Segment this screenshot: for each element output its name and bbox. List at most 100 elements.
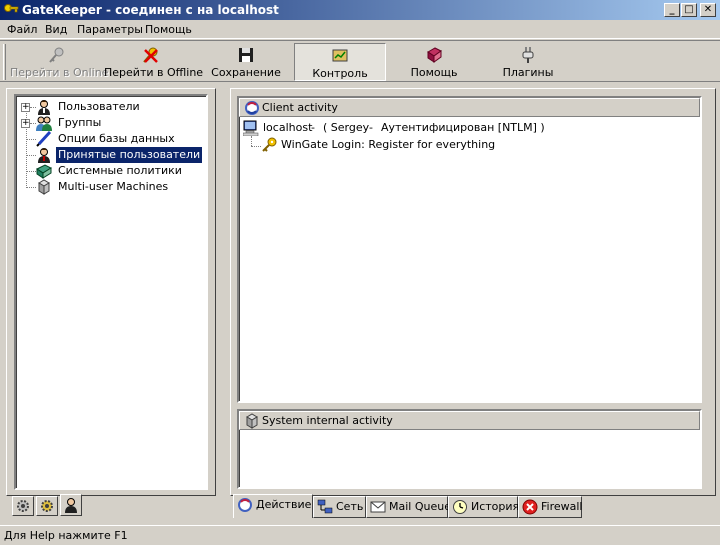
navigation-tree[interactable]: + Пользователи + Группы Опции базы данны…: [14, 94, 208, 490]
envelope-icon: [370, 501, 386, 513]
help-label: Помощь: [410, 66, 458, 79]
tree-connector: [26, 187, 36, 188]
client-status: Аутентифицирован [NTLM] ): [381, 121, 545, 134]
client-host: localhost: [263, 121, 313, 134]
tab-users-view[interactable]: [12, 496, 34, 516]
network-icon: [317, 499, 333, 514]
maximize-button[interactable]: □: [681, 3, 697, 17]
go-offline-button[interactable]: Перейти в Offline: [104, 43, 204, 81]
users-icon: [38, 100, 50, 115]
tree-connector: [251, 146, 261, 147]
tree-item-groups[interactable]: + Группы: [16, 115, 206, 131]
gear-icon: [41, 500, 53, 512]
menu-options[interactable]: Параметры: [76, 22, 144, 37]
tab-activity[interactable]: Действие: [233, 494, 313, 518]
stop-icon: [522, 499, 538, 515]
computer-icon: [243, 120, 259, 136]
control-label: Контроль: [312, 67, 368, 80]
floppy-disk-icon: [239, 48, 253, 62]
system-policies-icon: [36, 164, 52, 179]
clock-icon: [453, 500, 467, 514]
tab-network[interactable]: Сеть: [313, 496, 366, 518]
tab-history[interactable]: История: [448, 496, 520, 518]
go-online-label: Перейти в Online: [10, 66, 109, 79]
tree-item-system-policies[interactable]: Системные политики: [16, 163, 206, 179]
client-activity-title: Client activity: [262, 101, 338, 114]
save-label: Сохранение: [211, 66, 281, 79]
tab-label: Mail Queue: [389, 500, 451, 513]
tab-label: Действие: [256, 498, 312, 511]
tab-label: Firewall: [541, 500, 583, 513]
system-activity-title: System internal activity: [262, 414, 393, 427]
control-button[interactable]: Контроль: [294, 43, 386, 81]
tree-label: Multi-user Machines: [58, 180, 169, 193]
help-button[interactable]: Помощь: [388, 43, 480, 81]
multi-user-machines-icon: [38, 179, 50, 195]
tab-label: История: [471, 500, 520, 513]
tab-mail-queue[interactable]: Mail Queue: [366, 496, 451, 518]
save-button[interactable]: Сохранение: [200, 43, 292, 81]
tree-item-users[interactable]: + Пользователи: [16, 99, 206, 115]
menu-view[interactable]: Вид: [44, 22, 68, 37]
user-icon: [65, 498, 77, 513]
client-user: ( Sergey: [323, 121, 370, 134]
go-offline-label: Перейти в Offline: [104, 66, 204, 79]
tree-label: Пользователи: [58, 100, 140, 113]
key-icon: [262, 137, 277, 152]
panel-splitter[interactable]: [221, 88, 227, 520]
toolbar-grip[interactable]: [3, 44, 6, 80]
monitor-chart-icon: [332, 49, 348, 62]
tree-item-accepted-users[interactable]: Принятые пользователи: [16, 146, 206, 164]
status-bar: Для Help нажмите F1: [0, 525, 720, 545]
client-child-row[interactable]: WinGate Login: Register for everything: [261, 137, 691, 155]
client-separator: -: [369, 121, 373, 134]
system-activity-header: System internal activity: [239, 411, 700, 430]
database-options-icon: [36, 131, 52, 147]
tab-services-view[interactable]: [36, 496, 58, 516]
window-title: GateKeeper - соединен с на localhost: [22, 3, 279, 17]
tree-connector: [26, 139, 36, 140]
client-activity-header: Client activity: [239, 98, 700, 117]
cube-icon: [246, 413, 258, 429]
tree-label: Опции базы данных: [58, 132, 175, 145]
tree-label: Системные политики: [58, 164, 182, 177]
plugins-label: Плагины: [502, 66, 554, 79]
tab-firewall[interactable]: Firewall: [518, 496, 582, 518]
client-activity-panel: Client activity localhost - ( Sergey - А…: [237, 96, 702, 403]
expand-icon[interactable]: +: [21, 119, 30, 128]
key-icon: [49, 47, 64, 63]
key-icon: [4, 4, 19, 13]
tree-connector: [26, 155, 36, 156]
menu-bar: Файл Вид Параметры Помощь: [0, 20, 720, 39]
tab-users-tree-view[interactable]: [60, 494, 82, 516]
help-book-icon: [427, 47, 442, 63]
tree-connector: [251, 136, 252, 146]
tree-item-multi-user-machines[interactable]: Multi-user Machines: [16, 179, 206, 195]
tree-item-database-options[interactable]: Опции базы данных: [16, 131, 206, 147]
status-text: Для Help нажмите F1: [4, 529, 128, 542]
refresh-cycle-icon: [238, 498, 252, 512]
groups-icon: [36, 116, 52, 131]
go-online-button[interactable]: Перейти в Online: [10, 43, 109, 81]
toolbar: Перейти в Online Перейти в Offline Сохра…: [0, 40, 720, 82]
minimize-button[interactable]: _: [664, 3, 680, 17]
expand-icon[interactable]: +: [21, 103, 30, 112]
refresh-cycle-icon: [245, 101, 259, 115]
key-cross-icon: [143, 47, 158, 63]
menu-help[interactable]: Помощь: [144, 22, 193, 37]
title-bar: GateKeeper - соединен с на localhost _ □…: [0, 0, 720, 20]
tab-label: Сеть: [336, 500, 364, 513]
tree-label: Принятые пользователи: [54, 146, 204, 164]
client-separator: -: [311, 121, 315, 134]
menu-file[interactable]: Файл: [6, 22, 38, 37]
client-child-label: WinGate Login: Register for everything: [281, 138, 496, 151]
plugins-button[interactable]: Плагины: [482, 43, 574, 81]
gear-users-icon: [17, 500, 29, 512]
tree-label: Группы: [58, 116, 102, 129]
close-button[interactable]: ✕: [700, 3, 716, 17]
client-row[interactable]: localhost - ( Sergey - Аутентифицирован …: [243, 120, 693, 138]
accepted-users-icon: [38, 148, 50, 163]
tree-connector: [26, 171, 36, 172]
system-activity-panel: System internal activity: [237, 409, 702, 489]
plug-icon: [522, 47, 534, 63]
